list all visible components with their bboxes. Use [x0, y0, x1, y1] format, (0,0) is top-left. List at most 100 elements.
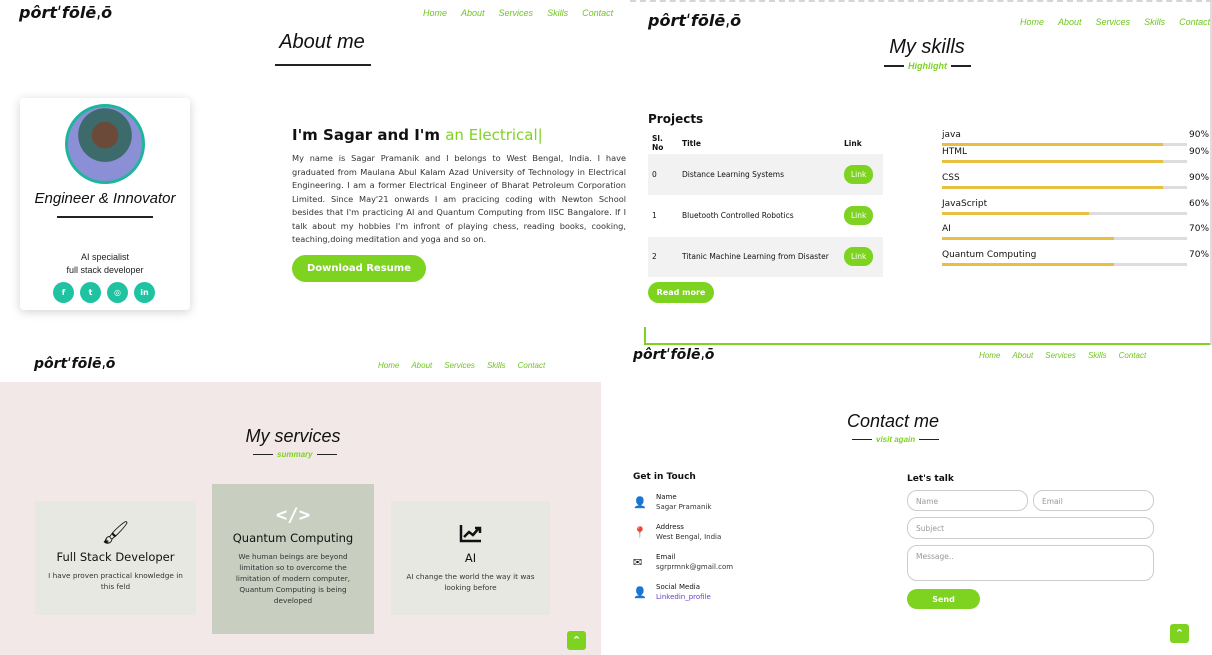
project-link-button[interactable]: Link [844, 164, 874, 184]
info-label: Social Media [656, 583, 701, 591]
nav-about[interactable]: About [411, 361, 432, 370]
skill-bar [942, 237, 1187, 240]
get-in-touch-title: Get in Touch [633, 472, 696, 482]
social-links: f t ◎ in [53, 282, 155, 303]
project-link-button[interactable]: Link [844, 247, 874, 266]
facebook-icon[interactable]: f [53, 282, 74, 303]
skill-bar-fill [942, 186, 1163, 189]
nav-home[interactable]: Home [423, 8, 447, 18]
column-header: Sl. No [652, 134, 664, 152]
skill-css: CSS 90% [942, 173, 1210, 189]
user-icon: 👤 [633, 496, 647, 509]
row-no: 2 [648, 236, 678, 278]
linkedin-link[interactable]: Linkedin_profile [656, 592, 711, 602]
nav-home[interactable]: Home [979, 351, 1000, 360]
nav-about[interactable]: About [1012, 351, 1033, 360]
logo[interactable]: pôrtˈfōlēˌō [34, 356, 115, 372]
logo[interactable]: pôrtˈfōlēˌō [633, 347, 714, 363]
skill-name: AI [942, 224, 951, 234]
service-desc: I have proven practical knowledge in thi… [48, 571, 183, 591]
subheading-text: summary [277, 450, 313, 459]
intro-prefix: I'm Sagar and I'm [292, 126, 440, 144]
skill-bar-fill [942, 212, 1089, 215]
send-button[interactable]: Send [907, 589, 980, 609]
name-input[interactable]: Name [907, 490, 1028, 511]
logo[interactable]: pôrtˈfōlēˌō [648, 11, 741, 30]
skill-pct: 90% [1189, 130, 1210, 140]
nav-services[interactable]: Services [499, 8, 534, 18]
heading-underline [275, 64, 371, 66]
skill-bar [942, 263, 1187, 266]
service-card[interactable]: </> Quantum Computing We human beings ar… [212, 484, 374, 634]
nav-services[interactable]: Services [1096, 17, 1131, 27]
nav-contact[interactable]: Contact [518, 361, 546, 370]
lets-talk-title: Let's talk [907, 474, 954, 484]
skill-pct: 90% [1189, 173, 1210, 183]
download-resume-button[interactable]: Download Resume [292, 255, 426, 282]
nav-services[interactable]: Services [444, 361, 475, 370]
nav-home[interactable]: Home [1020, 17, 1044, 27]
nav-about[interactable]: About [1058, 17, 1082, 27]
skill-javascript: JavaScript 60% [942, 199, 1210, 215]
intro-line: I'm Sagar and I'm an Electrical| [292, 126, 543, 144]
nav-skills[interactable]: Skills [487, 361, 506, 370]
nav: Home About Services Skills Contact [423, 8, 613, 18]
twitter-icon[interactable]: t [80, 282, 101, 303]
service-card[interactable]: 🖌 Full Stack Developer I have proven pra… [35, 501, 196, 615]
logo[interactable]: pôrtˈfōlēˌō [19, 3, 112, 22]
info-value[interactable]: sgrprmnk@gmail.com [656, 562, 733, 572]
nav-skills[interactable]: Skills [1144, 17, 1165, 27]
chart-line-icon [391, 523, 550, 547]
scroll-top-button[interactable]: ⌃ [1170, 624, 1189, 643]
scroll-top-button[interactable]: ⌃ [567, 631, 586, 650]
skills-section: pôrtˈfōlēˌō Home About Services Skills C… [630, 0, 1212, 345]
skill-html: HTML 90% [942, 147, 1210, 163]
table-row: 2 Titanic Machine Learning from Disaster… [648, 236, 883, 278]
avatar [65, 104, 145, 184]
user-icon: 👤 [633, 586, 647, 599]
nav-contact[interactable]: Contact [582, 8, 613, 18]
role-fullstack: full stack developer [66, 265, 144, 275]
message-textarea[interactable]: Message.. [907, 545, 1154, 581]
map-pin-icon: 📍 [633, 526, 647, 539]
service-desc: AI change the world the way it was looki… [406, 572, 535, 592]
nav-services[interactable]: Services [1045, 351, 1076, 360]
service-title: Quantum Computing [232, 531, 354, 545]
subject-input[interactable]: Subject [907, 517, 1154, 539]
projects-title: Projects [648, 112, 704, 126]
nav-skills[interactable]: Skills [547, 8, 568, 18]
instagram-icon[interactable]: ◎ [107, 282, 128, 303]
card-title: Engineer & Innovator [34, 190, 176, 207]
about-heading: About me [279, 31, 365, 53]
table-row: 0 Distance Learning Systems Link [648, 154, 883, 196]
nav-contact[interactable]: Contact [1119, 351, 1147, 360]
read-more-button[interactable]: Read more [648, 282, 714, 303]
column-header: Link [844, 138, 862, 148]
info-value: Sagar Pramanik [656, 503, 712, 511]
project-link-button[interactable]: Link [844, 206, 874, 225]
skill-bar-fill [942, 263, 1114, 266]
nav: Home About Services Skills Contact [979, 351, 1146, 360]
info-value: West Bengal, India [656, 533, 722, 541]
nav-about[interactable]: About [461, 8, 485, 18]
services-subheading: summary [253, 450, 337, 459]
contact-section: pôrtˈfōlēˌō Home About Services Skills C… [601, 345, 1212, 655]
contact-subheading: visit again [852, 435, 940, 444]
skill-bar-fill [942, 237, 1114, 240]
skill-bar [942, 186, 1187, 189]
skill-bar-fill [942, 143, 1163, 146]
skill-pct: 60% [1189, 199, 1210, 209]
nav-home[interactable]: Home [378, 361, 399, 370]
service-card[interactable]: AI AI change the world the way it was lo… [391, 501, 550, 615]
services-heading: My services [245, 426, 341, 446]
skill-bar [942, 143, 1187, 146]
nav-contact[interactable]: Contact [1179, 17, 1210, 27]
skills-heading: My skills [889, 36, 965, 58]
about-section: pôrtˈfōlēˌō Home About Services Skills C… [0, 0, 630, 350]
nav-skills[interactable]: Skills [1088, 351, 1107, 360]
email-input[interactable]: Email [1033, 490, 1154, 511]
row-title: Bluetooth Controlled Robotics [678, 195, 840, 237]
skill-pct: 70% [1189, 250, 1210, 260]
linkedin-icon[interactable]: in [134, 282, 155, 303]
contact-heading: Contact me [846, 411, 940, 431]
